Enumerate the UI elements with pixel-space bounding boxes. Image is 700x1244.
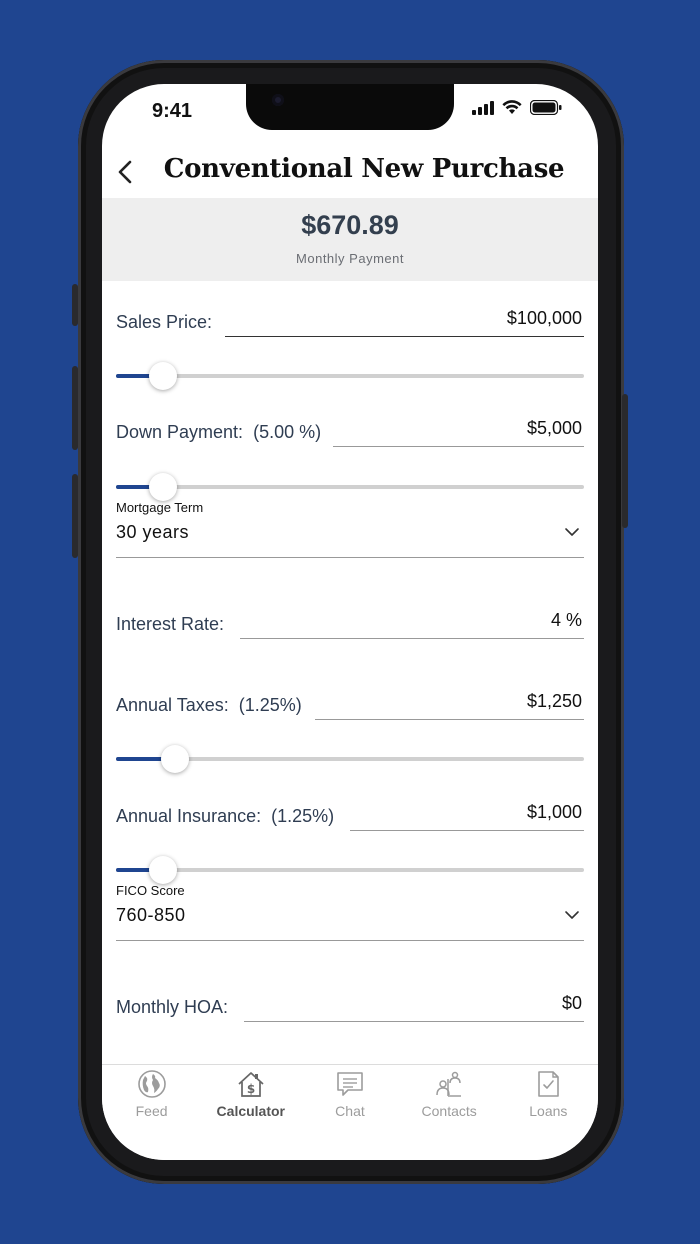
down-payment-percent: (5.00 %)	[253, 422, 322, 442]
page-title: Conventional New Purchase	[163, 154, 565, 184]
down-payment-label-text: Down Payment:	[116, 422, 244, 442]
monthly-payment-amount: $670.89	[301, 210, 399, 240]
slider-track	[116, 485, 584, 489]
interest-rate-field: Interest Rate: 4 %	[116, 599, 584, 639]
tab-feed-label: Feed	[135, 1103, 168, 1119]
phone-volume-up-button	[72, 366, 78, 450]
annual-taxes-slider[interactable]	[116, 744, 584, 774]
tab-chat-label: Chat	[335, 1103, 365, 1119]
battery-icon	[530, 100, 562, 115]
monthly-hoa-input[interactable]: $0	[562, 993, 582, 1014]
mortgage-term-underline	[116, 557, 584, 558]
annual-insurance-field: Annual Insurance: (1.25%) $1,000	[116, 791, 584, 831]
chat-icon	[337, 1072, 363, 1096]
annual-insurance-percent: (1.25%)	[271, 806, 335, 826]
fico-score-caption: FICO Score	[116, 883, 185, 898]
down-payment-slider[interactable]	[116, 472, 584, 502]
sales-price-underline	[225, 336, 584, 337]
phone-volume-down-button	[72, 474, 78, 558]
annual-taxes-label-text: Annual Taxes:	[116, 695, 229, 715]
slider-track	[116, 868, 584, 872]
slider-thumb[interactable]	[160, 745, 189, 773]
payment-summary: $670.89 Monthly Payment	[102, 198, 598, 281]
tab-calculator-label: Calculator	[216, 1103, 286, 1119]
slider-track	[116, 374, 584, 378]
monthly-hoa-field: Monthly HOA: $0	[116, 982, 584, 1022]
monthly-hoa-label: Monthly HOA:	[116, 997, 229, 1017]
tab-contacts-label: Contacts	[421, 1103, 477, 1119]
svg-text:$: $	[247, 1082, 255, 1096]
monthly-payment-label: Monthly Payment	[296, 251, 404, 266]
tab-contacts[interactable]: Contacts	[400, 1069, 499, 1160]
house-dollar-icon: $	[238, 1072, 264, 1097]
mortgage-term-value: 30 years	[116, 522, 190, 542]
fico-score-select[interactable]: FICO Score 760-850	[116, 883, 584, 941]
status-time: 9:41	[152, 100, 193, 122]
annual-taxes-field: Annual Taxes: (1.25%) $1,250	[116, 680, 584, 720]
wifi-icon	[502, 100, 522, 114]
slider-thumb[interactable]	[148, 473, 177, 501]
annual-insurance-input[interactable]: $1,000	[527, 802, 582, 823]
interest-rate-label: Interest Rate:	[116, 614, 225, 634]
sales-price-label: Sales Price:	[116, 312, 213, 332]
tab-loans[interactable]: Loans	[499, 1069, 598, 1160]
down-payment-underline	[333, 446, 584, 447]
tab-feed[interactable]: Feed	[102, 1069, 201, 1160]
slider-thumb[interactable]	[148, 856, 177, 884]
annual-insurance-label-text: Annual Insurance:	[116, 806, 262, 826]
sales-price-field: Sales Price: $100,000	[116, 297, 584, 337]
sales-price-input[interactable]: $100,000	[507, 308, 582, 329]
fico-score-underline	[116, 940, 584, 941]
annual-taxes-underline	[315, 719, 584, 720]
tab-calculator[interactable]: $ Calculator	[201, 1069, 300, 1160]
down-payment-field: Down Payment: (5.00 %) $5,000	[116, 407, 584, 447]
annual-insurance-underline	[350, 830, 584, 831]
globe-icon	[137, 1070, 166, 1098]
contacts-icon	[436, 1071, 462, 1097]
tab-loans-label: Loans	[529, 1103, 568, 1119]
mortgage-term-select[interactable]: Mortgage Term 30 years	[116, 500, 584, 558]
mortgage-term-caption: Mortgage Term	[116, 500, 204, 515]
sales-price-slider[interactable]	[116, 361, 584, 391]
document-check-icon	[538, 1071, 560, 1097]
annual-taxes-input[interactable]: $1,250	[527, 691, 582, 712]
tab-chat[interactable]: Chat	[300, 1069, 399, 1160]
down-payment-label: Down Payment: (5.00 %)	[116, 422, 321, 443]
annual-taxes-percent: (1.25%)	[238, 695, 302, 715]
tab-bar: Feed $ Calculator Chat Contacts Loans	[102, 1064, 598, 1160]
annual-insurance-label: Annual Insurance: (1.25%)	[116, 806, 334, 827]
status-icons	[472, 100, 562, 115]
monthly-hoa-underline	[244, 1021, 584, 1022]
app-screen: 9:41 Conventional New Purchase $670.89 M…	[102, 84, 598, 1160]
chevron-down-icon[interactable]	[564, 526, 580, 538]
interest-rate-input[interactable]: 4 %	[551, 610, 582, 631]
down-payment-input[interactable]: $5,000	[527, 418, 582, 439]
slider-thumb[interactable]	[148, 362, 177, 390]
phone-action-button	[72, 284, 78, 326]
front-camera	[272, 94, 284, 106]
notch	[246, 84, 454, 130]
phone-power-button	[622, 394, 628, 528]
annual-taxes-label: Annual Taxes: (1.25%)	[116, 695, 302, 716]
annual-insurance-slider[interactable]	[116, 855, 584, 885]
interest-rate-underline	[240, 638, 584, 639]
signal-icon	[472, 100, 494, 115]
fico-score-value: 760-850	[116, 905, 186, 925]
chevron-down-icon[interactable]	[564, 909, 580, 921]
